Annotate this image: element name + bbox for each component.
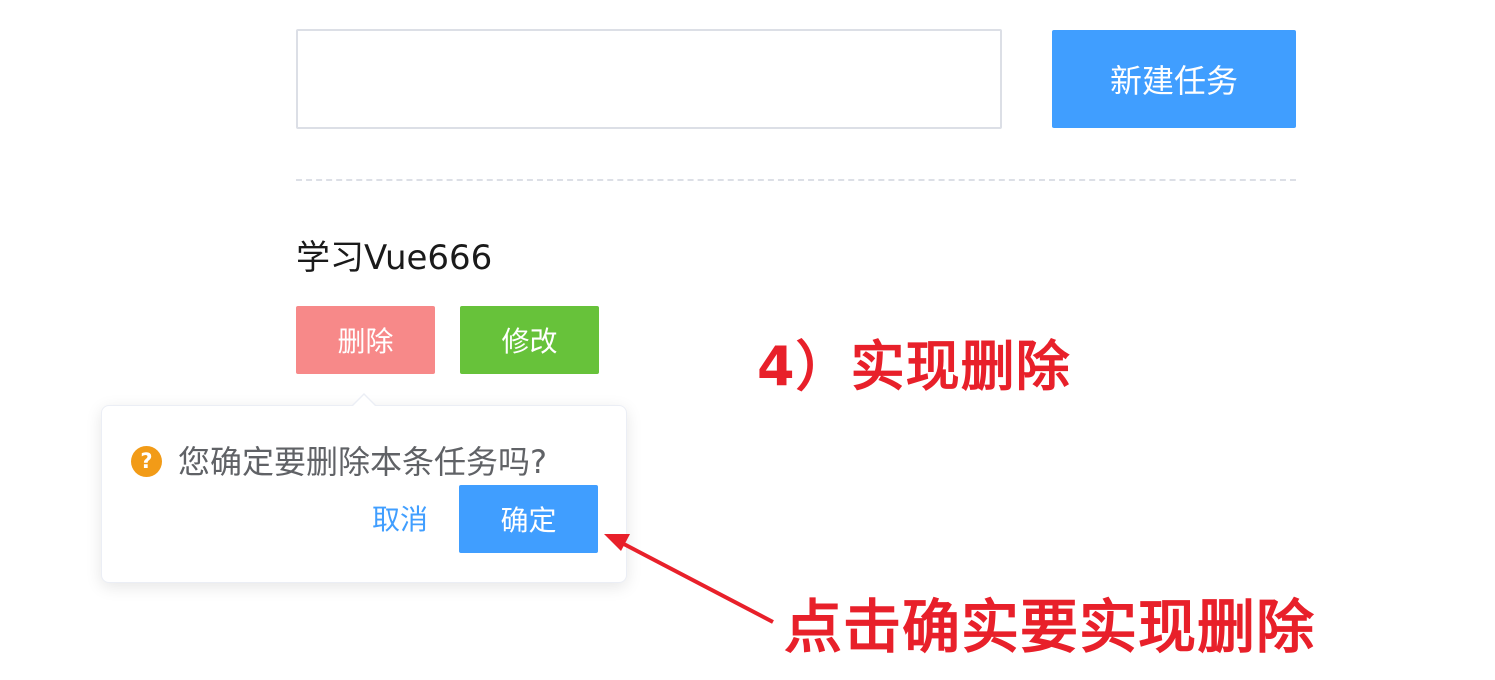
annotation-arrow [604, 534, 774, 624]
annotation-arrow-line [619, 540, 774, 624]
page: 新建任务 学习Vue666 删除 修改 ? 您确定要删除本条任务吗? 取消 确定… [0, 0, 1495, 680]
annotation-hint: 点击确实要实现删除 [784, 593, 1316, 661]
annotation-arrow-head [604, 534, 630, 551]
